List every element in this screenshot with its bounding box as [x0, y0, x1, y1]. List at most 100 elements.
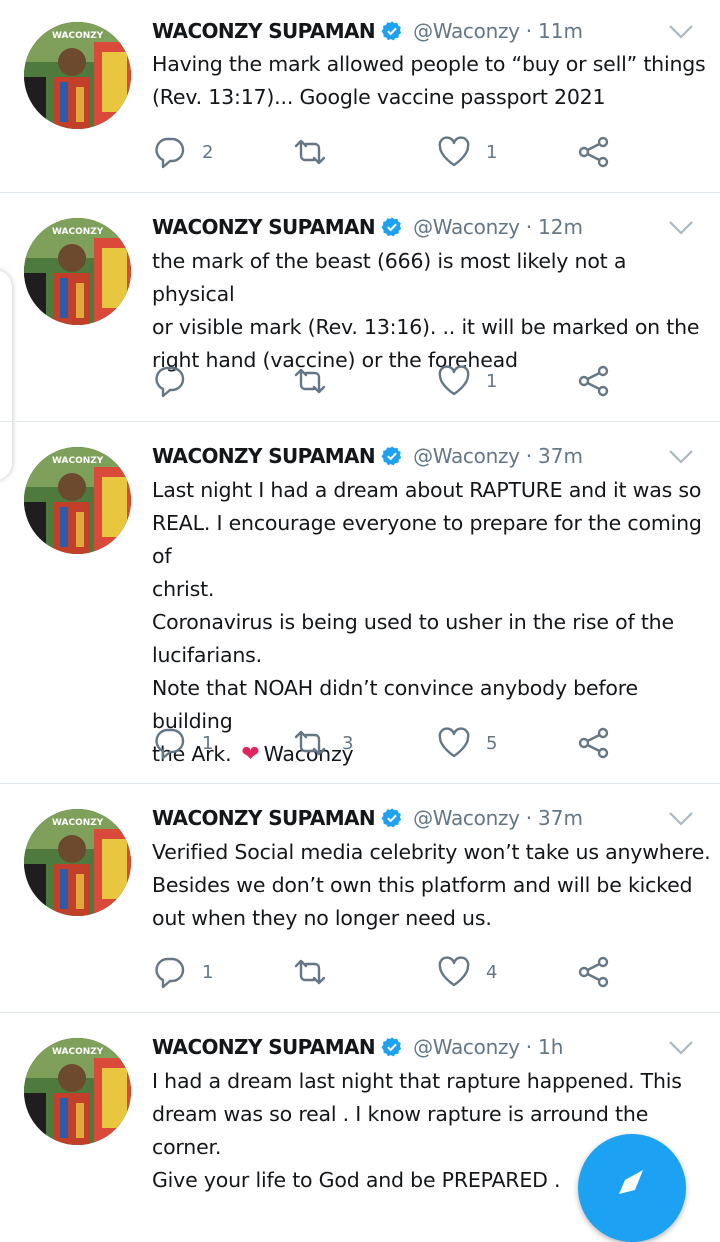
author-handle[interactable]: @Waconzy	[413, 19, 520, 43]
retweet-button[interactable]: 3	[292, 723, 353, 763]
author-name[interactable]: WACONZY SUPAMAN	[152, 1035, 376, 1059]
like-count: 4	[486, 961, 498, 983]
svg-text:WACONZY: WACONZY	[52, 456, 104, 466]
like-button[interactable]: 4	[436, 952, 497, 992]
svg-text:WACONZY: WACONZY	[52, 1047, 104, 1057]
share-button[interactable]	[576, 361, 612, 401]
tweet[interactable]: WACONZY WACONZY SUPAMAN @Waconzy · 11m H…	[0, 0, 720, 193]
avatar[interactable]: WACONZY	[24, 1038, 131, 1145]
retweet-count: 3	[342, 732, 354, 754]
retweet-button[interactable]	[292, 361, 342, 401]
tweet-line: christ.	[152, 577, 215, 601]
share-button[interactable]	[576, 952, 612, 992]
heart-icon	[438, 365, 470, 396]
reply-button[interactable]: 1	[152, 952, 213, 992]
separator-dot: ·	[525, 444, 533, 468]
retweet-button[interactable]	[292, 132, 342, 172]
tweet-time[interactable]: 11m	[538, 19, 583, 43]
verified-badge-icon	[381, 1037, 402, 1057]
svg-text:WACONZY: WACONZY	[52, 818, 104, 828]
like-button[interactable]: 1	[436, 361, 497, 401]
tweet[interactable]: WACONZY WACONZY SUPAMAN @Waconzy · 37m L…	[0, 422, 720, 784]
share-button[interactable]	[576, 723, 612, 763]
tweet-header: WACONZY SUPAMAN @Waconzy · 37m	[152, 803, 583, 833]
tweet-line: Having the mark allowed people to “buy o…	[152, 52, 706, 76]
heart-icon	[438, 727, 470, 758]
verified-badge-icon	[381, 21, 402, 41]
reply-button[interactable]: 2	[152, 132, 213, 172]
retweet-icon	[294, 959, 326, 985]
timeline-feed: WACONZY WACONZY SUPAMAN @Waconzy · 11m H…	[0, 0, 720, 1192]
retweet-icon	[294, 139, 326, 165]
tweet-header: WACONZY SUPAMAN @Waconzy · 11m	[152, 16, 583, 46]
tweet-actions: 1	[152, 361, 632, 401]
tweet-time[interactable]: 37m	[538, 806, 583, 830]
tweet-line: Last night I had a dream about RAPTURE a…	[152, 478, 702, 502]
heart-icon	[438, 956, 470, 987]
tweet-line: Coronavirus is being used to usher in th…	[152, 610, 674, 634]
retweet-icon	[294, 730, 326, 756]
tweet[interactable]: WACONZY WACONZY SUPAMAN @Waconzy · 12m t…	[0, 193, 720, 422]
avatar[interactable]: WACONZY	[24, 218, 131, 325]
verified-badge-icon	[381, 808, 402, 828]
tweet-time[interactable]: 1h	[538, 1035, 563, 1059]
tweet-line: or visible mark (Rev. 13:16). .. it will…	[152, 315, 700, 339]
tweet[interactable]: WACONZY WACONZY SUPAMAN @Waconzy · 37m V…	[0, 784, 720, 1013]
tweet-text: the mark of the beast (666) is most like…	[152, 245, 712, 377]
like-count: 1	[486, 141, 498, 163]
reply-button[interactable]	[152, 361, 202, 401]
tweet-time[interactable]: 37m	[538, 444, 583, 468]
author-handle[interactable]: @Waconzy	[413, 444, 520, 468]
tweet-actions: 2 1	[152, 132, 632, 172]
retweet-button[interactable]	[292, 952, 342, 992]
tweet-line: I had a dream last night that rapture ha…	[152, 1069, 682, 1093]
reply-icon	[155, 366, 185, 398]
chevron-down-icon[interactable]	[668, 218, 694, 238]
like-count: 5	[486, 732, 498, 754]
compose-tweet-button[interactable]	[578, 1134, 686, 1242]
reply-icon	[155, 957, 185, 989]
reply-button[interactable]: 1	[152, 723, 213, 763]
chevron-down-icon[interactable]	[668, 447, 694, 467]
avatar[interactable]: WACONZY	[24, 22, 131, 129]
author-handle[interactable]: @Waconzy	[413, 806, 520, 830]
share-icon	[578, 956, 609, 988]
avatar[interactable]: WACONZY	[24, 447, 131, 554]
like-count: 1	[486, 370, 498, 392]
reply-count: 1	[202, 961, 214, 983]
share-icon	[578, 136, 609, 168]
chevron-down-icon[interactable]	[668, 22, 694, 42]
reply-icon	[155, 137, 185, 169]
tweet-actions: 1 3 5	[152, 723, 632, 763]
separator-dot: ·	[525, 215, 533, 239]
like-button[interactable]: 1	[436, 132, 497, 172]
separator-dot: ·	[525, 19, 533, 43]
tweet-line: REAL. I encourage everyone to prepare fo…	[152, 511, 702, 568]
author-name[interactable]: WACONZY SUPAMAN	[152, 806, 376, 830]
share-icon	[578, 365, 609, 397]
tweet-actions: 1 4	[152, 952, 632, 992]
tweet-line: (Rev. 13:17)... Google vaccine passport …	[152, 85, 606, 109]
separator-dot: ·	[525, 1035, 533, 1059]
reply-icon	[155, 728, 185, 760]
chevron-down-icon[interactable]	[668, 1038, 694, 1058]
tweet-header: WACONZY SUPAMAN @Waconzy · 37m	[152, 441, 583, 471]
author-handle[interactable]: @Waconzy	[413, 1035, 520, 1059]
author-name[interactable]: WACONZY SUPAMAN	[152, 444, 376, 468]
author-handle[interactable]: @Waconzy	[413, 215, 520, 239]
tweet-line: Verified Social media celebrity won’t ta…	[152, 840, 711, 864]
tweet-line: out when they no longer need us.	[152, 906, 492, 930]
verified-badge-icon	[381, 217, 402, 237]
tweet-line: lucifarians.	[152, 643, 262, 667]
share-button[interactable]	[576, 132, 612, 172]
tweet-header: WACONZY SUPAMAN @Waconzy · 1h	[152, 1032, 563, 1062]
tweet-time[interactable]: 12m	[538, 215, 583, 239]
svg-text:WACONZY: WACONZY	[52, 227, 104, 237]
author-name[interactable]: WACONZY SUPAMAN	[152, 19, 376, 43]
heart-icon	[438, 136, 470, 167]
like-button[interactable]: 5	[436, 723, 497, 763]
author-name[interactable]: WACONZY SUPAMAN	[152, 215, 376, 239]
avatar[interactable]: WACONZY	[24, 809, 131, 916]
svg-text:WACONZY: WACONZY	[52, 31, 104, 41]
chevron-down-icon[interactable]	[668, 809, 694, 829]
